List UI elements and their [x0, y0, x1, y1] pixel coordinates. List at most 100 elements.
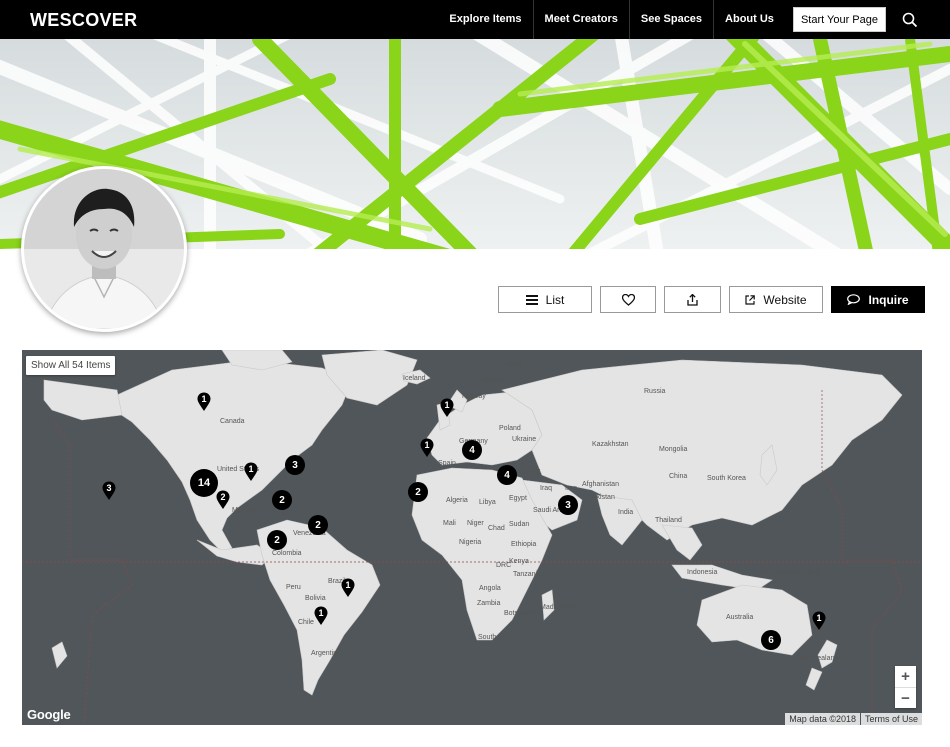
map-country-label: Kenya — [509, 558, 529, 565]
map-country-label: New Zealand — [797, 655, 839, 662]
map-pin-marker[interactable]: 1 — [197, 392, 211, 412]
wescover-logo[interactable]: WESCOVER — [30, 10, 137, 31]
map-pin-marker[interactable]: 2 — [216, 490, 230, 510]
map-country-label: Botswana — [504, 610, 535, 617]
map-pin-marker[interactable]: 1 — [314, 606, 328, 626]
nav-about-us[interactable]: About Us — [713, 0, 785, 39]
map-country-label: Chad — [488, 525, 505, 532]
map-pin-marker[interactable]: 3 — [102, 481, 116, 501]
map-country-label: Angola — [479, 585, 501, 592]
nav-explore-items[interactable]: Explore Items — [438, 0, 532, 39]
inquire-button[interactable]: Inquire — [831, 286, 925, 313]
terms-of-use-link[interactable]: Terms of Use — [860, 713, 922, 725]
map-pin-count: 1 — [318, 608, 324, 618]
map-cluster-marker[interactable]: 2 — [267, 530, 287, 550]
map-attribution: Map data ©2018 Terms of Use — [785, 713, 922, 725]
zoom-in-button[interactable]: + — [895, 666, 916, 687]
map-country-label: Kazakhstan — [592, 441, 629, 448]
map-country-label: Mexico — [232, 507, 255, 514]
map-cluster-marker[interactable]: 2 — [408, 482, 428, 502]
map-country-label: South Africa — [478, 634, 516, 641]
map-country-label: China — [669, 473, 688, 480]
favorite-button[interactable] — [600, 286, 656, 313]
map-country-label: Libya — [479, 499, 496, 506]
map-data-credit: Map data ©2018 — [785, 713, 860, 725]
search-icon — [902, 12, 918, 27]
map-country-label: Indonesia — [687, 569, 718, 576]
nav-see-spaces[interactable]: See Spaces — [628, 0, 713, 39]
map-country-label: Thailand — [655, 517, 682, 524]
map-country-label: Finland — [499, 361, 522, 368]
google-logo: Google — [27, 707, 71, 722]
map-country-label: Iceland — [403, 375, 426, 382]
map-country-label: Egypt — [509, 495, 527, 502]
map-cluster-marker[interactable]: 2 — [308, 515, 328, 535]
map-country-label: Iraq — [540, 485, 553, 492]
map-country-label: Poland — [499, 425, 521, 432]
map-cluster-marker[interactable]: 4 — [497, 465, 517, 485]
map-country-label: Peru — [286, 584, 301, 591]
map-country-label: DRC — [496, 562, 512, 569]
heart-icon — [621, 293, 635, 306]
map-country-label: Mali — [443, 520, 456, 527]
map-country-label: Mongolia — [659, 446, 688, 453]
show-all-items-button[interactable]: Show All 54 Items — [26, 356, 116, 375]
share-icon — [687, 293, 698, 306]
map-pin-marker[interactable]: 1 — [812, 611, 826, 631]
items-world-map[interactable]: Iceland Finland Sweden Norway Russia Canada Un… — [22, 350, 922, 725]
map-pin-count: 1 — [201, 394, 207, 404]
map-country-label: Spain — [438, 460, 456, 467]
map-country-label: Sudan — [509, 521, 530, 528]
map-country-label: Nigeria — [459, 539, 482, 546]
map-cluster-marker[interactable]: 2 — [272, 490, 292, 510]
map-country-label: Ukraine — [512, 436, 537, 443]
map-country-label: Sweden — [482, 377, 508, 384]
start-your-page-button[interactable]: Start Your Page — [792, 7, 886, 32]
map-pin-marker[interactable]: 1 — [341, 578, 355, 598]
map-pin-marker[interactable]: 1 — [440, 398, 454, 418]
map-country-label: Niger — [467, 520, 484, 527]
search-button[interactable] — [894, 0, 926, 39]
zoom-controls: + − — [895, 666, 916, 708]
map-country-label: Afghanistan — [582, 481, 619, 488]
map-cluster-marker[interactable]: 14 — [190, 469, 218, 497]
map-pin-count: 1 — [424, 440, 430, 450]
list-button[interactable]: List — [498, 286, 592, 313]
map-country-label: South Korea — [707, 475, 746, 482]
map-pin-count: 1 — [444, 400, 450, 410]
website-button[interactable]: Website — [729, 286, 823, 313]
map-cluster-marker[interactable]: 4 — [462, 440, 482, 460]
map-pin-count: 2 — [220, 492, 226, 502]
map-pin-marker[interactable]: 1 — [420, 438, 434, 458]
map-pin-marker[interactable]: 1 — [244, 462, 258, 482]
main-nav: Explore Items Meet Creators See Spaces A… — [438, 0, 950, 39]
website-button-label: Website — [763, 292, 807, 307]
nav-meet-creators[interactable]: Meet Creators — [532, 0, 629, 39]
map-country-label: Argentina — [311, 650, 341, 657]
share-button[interactable] — [664, 286, 721, 313]
world-map-canvas[interactable] — [22, 350, 922, 725]
map-country-label: Russia — [644, 388, 666, 395]
creator-avatar — [21, 166, 187, 332]
chat-bubble-icon — [847, 294, 861, 305]
map-country-label: Papua New Guinea — [760, 570, 821, 577]
map-pin-count: 1 — [248, 464, 254, 474]
map-country-label: Australia — [726, 614, 754, 621]
map-country-label: Pakistan — [588, 494, 615, 501]
map-cluster-marker[interactable]: 3 — [285, 455, 305, 475]
map-country-label: Tanzania — [513, 571, 542, 578]
map-country-label: Norway — [462, 393, 486, 400]
map-cluster-marker[interactable]: 6 — [761, 630, 781, 650]
external-link-icon — [745, 294, 756, 305]
map-pin-count: 1 — [345, 580, 351, 590]
map-country-label: Canada — [220, 418, 245, 425]
map-pin-count: 3 — [106, 483, 112, 493]
profile-actions: List Website Inquire — [498, 286, 925, 313]
map-country-label: Madagascar — [540, 604, 579, 611]
map-country-label: Turkey — [519, 468, 541, 475]
inquire-button-label: Inquire — [868, 292, 909, 307]
map-cluster-marker[interactable]: 3 — [558, 495, 578, 515]
zoom-out-button[interactable]: − — [895, 687, 916, 708]
map-country-label: India — [618, 509, 634, 516]
map-country-label: Algeria — [446, 497, 468, 504]
